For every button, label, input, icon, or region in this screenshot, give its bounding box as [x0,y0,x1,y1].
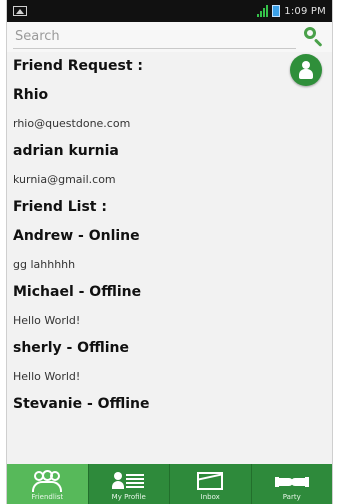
handshake-icon [274,470,309,492]
nav-label: My Profile [111,493,146,501]
status-bar: 1:09 PM [7,0,332,22]
content-list: Friend Request : Rhio rhio@questdone.com… [7,52,332,419]
profile-icon [111,470,146,492]
signal-icon [257,5,269,17]
friend-status-message: Hello World! [13,370,81,383]
inbox-icon [193,470,227,492]
image-notification-icon [13,6,27,16]
friend-status-message: Hello World! [13,314,81,327]
status-time: 1:09 PM [284,5,326,17]
search-button[interactable] [302,25,326,49]
friend-name[interactable]: Michael - Offline [13,278,326,307]
friend-name[interactable]: sherly - Offline [13,334,326,363]
friend-request-heading: Friend Request : [13,58,143,74]
nav-label: Friendlist [31,493,64,501]
app-frame: 1:09 PM Friend Request : Rhio rhio@quest… [6,0,333,504]
search-input[interactable] [13,25,296,49]
add-friend-button[interactable] [290,54,322,86]
battery-icon [272,5,281,17]
bottom-nav: Friendlist My Profile Inbox Party [7,464,332,504]
friend-list-heading: Friend List : [13,199,107,215]
search-row [7,22,332,52]
friend-status-message: gg lahhhhh [13,258,76,271]
friend-request-name[interactable]: adrian kurnia [13,137,326,166]
nav-tab-inbox[interactable]: Inbox [169,464,251,504]
status-right: 1:09 PM [257,5,326,17]
nav-tab-friendlist[interactable]: Friendlist [7,464,88,504]
friend-name[interactable]: Andrew - Online [13,222,326,251]
nav-label: Inbox [200,493,220,501]
nav-tab-party[interactable]: Party [250,464,333,504]
search-icon [304,27,316,39]
status-left [13,6,27,16]
friend-request-email: rhio@questdone.com [13,117,131,130]
friend-request-name[interactable]: Rhio [13,81,326,110]
friend-name[interactable]: Stevanie - Offline [13,390,326,419]
nav-tab-my-profile[interactable]: My Profile [87,464,170,504]
add-user-icon [302,61,310,69]
friends-icon [30,470,64,492]
nav-label: Party [282,493,301,501]
friend-request-email: kurnia@gmail.com [13,173,116,186]
